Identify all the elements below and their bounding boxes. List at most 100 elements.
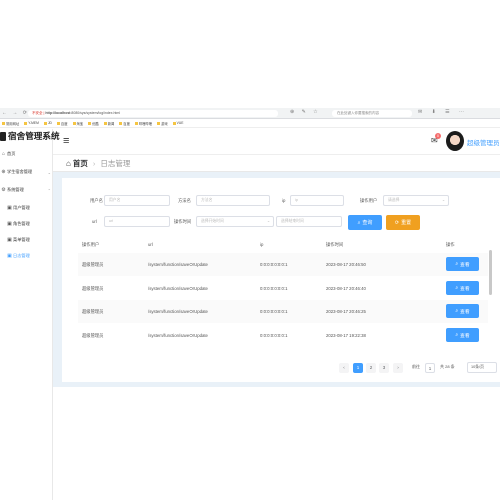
url-filter-label: url [92, 219, 97, 224]
page-button[interactable]: 3 [379, 363, 389, 373]
log-icon: ▣ [7, 253, 12, 259]
prev-page-button[interactable]: ‹ [339, 363, 349, 373]
url-security-label: 不安全 | [32, 111, 46, 115]
next-page-button[interactable]: › [393, 363, 403, 373]
page-size-value: 10条/页 [471, 365, 484, 369]
chevron-down-icon: ⌄ [266, 219, 270, 223]
url-host: http://localhost [45, 111, 71, 115]
sidebar-item-system[interactable]: ⚙ 系统管理 ⌃ [0, 183, 53, 197]
goto-label: 前往 [412, 364, 420, 369]
view-button[interactable]: ⌕ 查看 [446, 281, 479, 295]
method-filter-input[interactable]: 方法名 [196, 195, 270, 206]
hamburger-icon[interactable]: ≡ [63, 135, 69, 147]
sidebar-item-dorm[interactable]: ⊕ 学生宿舍管理 ⌄ [0, 165, 53, 179]
search-icon: ⌕ [357, 219, 361, 226]
page-button[interactable]: 2 [366, 363, 376, 373]
view-button[interactable]: ⌕ 查看 [446, 304, 479, 318]
operator-filter-label: 操作用户 [360, 198, 378, 203]
column-header-action: 操作 [446, 242, 455, 247]
bookmark-item[interactable]: VUE [173, 121, 184, 125]
bookmark-item[interactable]: 哔哩哔哩 [135, 121, 152, 126]
sidebar-item-roles[interactable]: ▣ 角色管理 [0, 217, 53, 231]
app-logo: 宿舍管理系统 [0, 130, 60, 142]
query-button-label: 查询 [362, 220, 373, 226]
cell-user: 超级管理员 [82, 309, 104, 314]
browser-search-field[interactable]: 在此处键入你要搜索的内容 [332, 110, 412, 117]
breadcrumb-home[interactable]: 首页 [73, 158, 88, 169]
bookmark-item[interactable]: JD [44, 121, 52, 125]
sidebar-item-menus[interactable]: ▣ 菜单管理 [0, 233, 53, 247]
query-button[interactable]: ⌕ 查询 [348, 215, 382, 230]
table-row: 超级管理员 /system/function/saveOrUpdate 0:0:… [78, 300, 488, 323]
logo-text: 宿舍管理系统 [8, 131, 60, 141]
search-icon: ⌕ [455, 262, 459, 267]
sidebar-item-home[interactable]: ⌂ 首页 [0, 147, 53, 161]
page-size-select[interactable]: 10条/页 [467, 362, 497, 373]
sidebar-item-label: 角色管理 [13, 221, 30, 226]
cell-url: /system/function/saveOrUpdate [148, 309, 208, 314]
ip-filter-label: ip [282, 198, 286, 203]
browser-nav-icons[interactable]: ← → ⟳ [2, 110, 29, 116]
sidebar-item-label: 用户管理 [13, 205, 30, 210]
view-button-label: 查看 [460, 286, 470, 292]
ip-filter-placeholder: ip [295, 198, 298, 202]
bookmark-item[interactable]: Y-MEM [24, 121, 39, 125]
bookmark-item[interactable]: 百度 [57, 121, 68, 126]
home-icon: ⌂ [66, 158, 71, 168]
logo-icon [0, 131, 6, 141]
cell-time: 2023-08-17 20:46:40 [326, 286, 366, 291]
bookmark-item[interactable]: 百度 [119, 121, 130, 126]
ip-filter-input[interactable]: ip [290, 195, 344, 206]
bookmark-item[interactable]: 淘宝 [73, 121, 84, 126]
username-filter-placeholder: 用户名 [109, 198, 121, 202]
sidebar: 宿舍管理系统 ⌂ 首页 ⊕ 学生宿舍管理 ⌄ ⚙ 系统管理 ⌃ ▣ 用户管理 ▣… [0, 129, 60, 500]
cell-time: 2023-08-17 19:22:38 [326, 333, 366, 338]
view-button[interactable]: ⌕ 查看 [446, 328, 479, 342]
table-scrollbar[interactable] [489, 250, 492, 295]
total-count: 共 28 条 [440, 364, 455, 369]
bookmark-item[interactable]: 新闻 [104, 121, 115, 126]
home-icon: ⌂ [1, 151, 6, 157]
method-filter-label: 方法名 [178, 198, 191, 203]
username-label[interactable]: 超级管理员 [467, 137, 500, 147]
sidebar-item-logs[interactable]: ▣ 日志管理 [0, 249, 53, 263]
bookmark-item[interactable]: 优酷 [88, 121, 99, 126]
search-icon: ⌕ [455, 309, 459, 314]
time-start-input[interactable]: 选择开始时间 ⌄ [196, 216, 274, 227]
breadcrumb-separator: › [92, 158, 96, 168]
username-filter-label: 用户名 [90, 198, 103, 203]
time-filter-label: 操作时间 [174, 219, 192, 224]
role-icon: ▣ [7, 221, 12, 227]
page-button[interactable]: 1 [353, 363, 363, 373]
goto-page-input[interactable]: 1 [425, 363, 435, 373]
column-header-time: 操作时间 [326, 242, 344, 247]
view-button-label: 查看 [460, 262, 470, 268]
time-end-placeholder: 选择结束时间 [281, 219, 304, 223]
view-button-label: 查看 [460, 309, 470, 315]
url-field[interactable]: 不安全 | http://localhost:8080/sys/system/l… [28, 110, 278, 117]
table-row: 超级管理员 /system/function/saveOrUpdate 0:0:… [78, 277, 488, 300]
sidebar-item-label: 学生宿舍管理 [7, 169, 33, 174]
view-button[interactable]: ⌕ 查看 [446, 257, 479, 271]
chevron-down-icon: ⌄ [441, 198, 445, 202]
url-filter-input[interactable]: url [104, 216, 170, 227]
cell-url: /system/function/saveOrUpdate [148, 333, 208, 338]
browser-address-bar: ← → ⟳ 不安全 | http://localhost:8080/sys/sy… [0, 108, 500, 119]
search-icon: ⌕ [455, 286, 459, 291]
operator-select[interactable]: 请选择 ⌄ [383, 195, 449, 206]
cell-ip: 0:0:0:0:0:0:0:1 [260, 286, 288, 291]
building-icon: ⊕ [1, 169, 6, 175]
avatar[interactable] [446, 131, 464, 151]
mail-icon[interactable]: ✉ 0 [431, 133, 441, 145]
reset-button[interactable]: ⟳ 重置 [386, 215, 420, 230]
browser-extension-icons[interactable]: ⊕ ✎ ☆ [290, 109, 321, 115]
bookmark-item[interactable]: 常用网址 [2, 121, 19, 126]
cell-time: 2023-08-17 20:46:25 [326, 309, 366, 314]
breadcrumb: ⌂ 首页 › 日志管理 [53, 155, 500, 172]
sidebar-item-users[interactable]: ▣ 用户管理 [0, 201, 53, 215]
bookmark-item[interactable]: 游戏 [157, 121, 168, 126]
browser-toolbar-icons[interactable]: ✉ ⬇ ☰ ⋯ [418, 109, 468, 115]
column-header-ip: ip [260, 242, 264, 247]
time-end-input[interactable]: 选择结束时间 [276, 216, 342, 227]
username-filter-input[interactable]: 用户名 [104, 195, 170, 206]
